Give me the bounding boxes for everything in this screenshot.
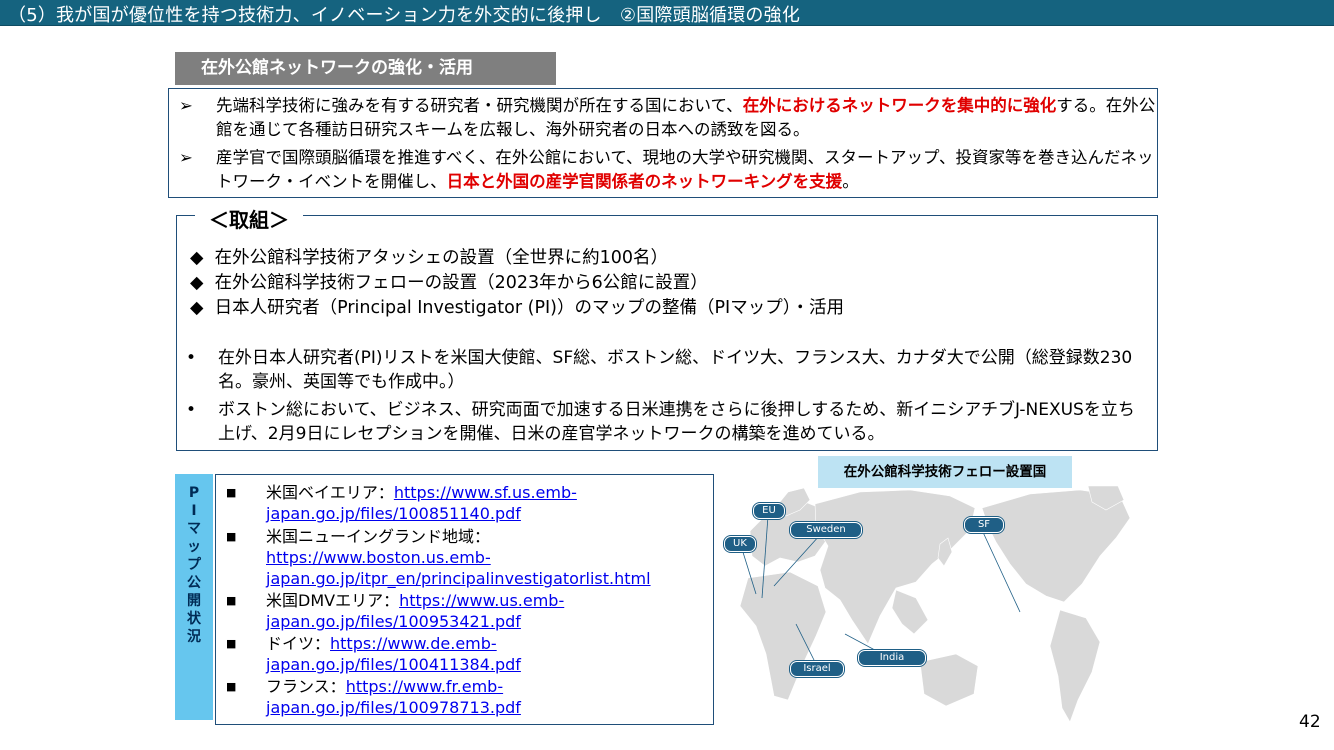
diamond-bullet-icon: ◆	[190, 273, 204, 293]
section-label: 在外公館ネットワークの強化・活用	[175, 52, 556, 85]
diamond-bullet-icon: ◆	[190, 298, 204, 318]
arrow-bullet-icon: ➢	[179, 148, 193, 167]
efforts-title: ＜取組＞	[195, 204, 303, 233]
world-map-graphic	[739, 485, 1131, 723]
summary-item-2-highlight: 日本と外国の産学官関係者のネットワーキングを支援	[446, 172, 843, 191]
pi-map-side-label: P I マ ッ プ 公 開 状 況	[175, 474, 213, 720]
map-title: 在外公館科学技術フェロー設置国	[818, 456, 1072, 488]
pin-uk: UK	[724, 536, 756, 552]
arrow-bullet-icon: ➢	[179, 96, 193, 115]
pin-israel: Israel	[790, 661, 844, 677]
effort-point-1-text: 在外日本人研究者(PI)リストを米国大使館、SF総、ボストン総、ドイツ大、フラン…	[218, 348, 1133, 392]
effort-item-2: ◆ 在外公館科学技術フェローの設置（2023年から6公館に設置）	[190, 270, 708, 296]
australia-shape	[919, 653, 979, 707]
diamond-bullet-icon: ◆	[190, 248, 204, 268]
title-bar: （5）我が国が優位性を持つ技術力、イノベーション力を外交的に後押し ②国際頭脳循…	[0, 0, 1334, 26]
square-bullet-icon: ■	[226, 637, 237, 650]
effort-item-1-text: 在外公館科学技術アタッシェの設置（全世界に約100名）	[214, 248, 669, 268]
southeast-asia-shape	[891, 589, 929, 635]
pi-link-url[interactable]: https://www.boston.us.emb-japan.go.jp/it…	[266, 548, 651, 588]
square-bullet-icon: ■	[226, 486, 237, 499]
world-map: EU UK Sweden SF India Israel	[720, 485, 1140, 726]
pin-sweden: Sweden	[790, 522, 862, 538]
pi-link-label: 米国DMVエリア：	[266, 591, 400, 610]
pin-india: India	[858, 650, 926, 666]
pi-map-links-box: ■ 米国ベイエリア：https://www.sf.us.emb-japan.go…	[215, 474, 714, 725]
pi-link-label: フランス：	[266, 677, 346, 696]
effort-point-2-text: ボストン総において、ビジネス、研究両面で加速する日米連携をさらに後押しするため、…	[218, 400, 1135, 444]
pin-sf: SF	[964, 517, 1004, 533]
summary-box: ➢ 先端科学技術に強みを有する研究者・研究機関が所在する国において、在外における…	[168, 88, 1158, 198]
effort-item-2-text: 在外公館科学技術フェローの設置（2023年から6公館に設置）	[214, 273, 708, 293]
pi-link-label: 米国ニューイングランド地域：	[266, 527, 491, 546]
summary-item-1-text-a: 先端科学技術に強みを有する研究者・研究機関が所在する国において、	[216, 96, 743, 115]
dot-bullet-icon: •	[186, 400, 197, 420]
page-number: 42	[1299, 712, 1321, 732]
africa-shape	[739, 571, 827, 701]
summary-item-1-highlight: 在外におけるネットワークを集中的に強化	[742, 96, 1057, 115]
pi-link-label: ドイツ：	[266, 634, 331, 653]
effort-item-3-text: 日本人研究者（Principal Investigator (PI)）のマップの…	[214, 298, 844, 318]
square-bullet-icon: ■	[226, 594, 237, 607]
summary-item-2-text-b: 。	[842, 172, 859, 191]
south-america-shape	[1049, 609, 1101, 723]
square-bullet-icon: ■	[226, 680, 237, 693]
square-bullet-icon: ■	[226, 530, 237, 543]
effort-item-1: ◆ 在外公館科学技術アタッシェの設置（全世界に約100名）	[190, 245, 668, 271]
asia-shape	[814, 489, 976, 645]
pi-link-label: 米国ベイエリア：	[266, 483, 394, 502]
dot-bullet-icon: •	[186, 348, 197, 368]
pin-eu: EU	[753, 503, 785, 519]
page-title: （5）我が国が優位性を持つ技術力、イノベーション力を外交的に後押し ②国際頭脳循…	[8, 5, 801, 26]
effort-item-3: ◆ 日本人研究者（Principal Investigator (PI)）のマッ…	[190, 295, 844, 321]
